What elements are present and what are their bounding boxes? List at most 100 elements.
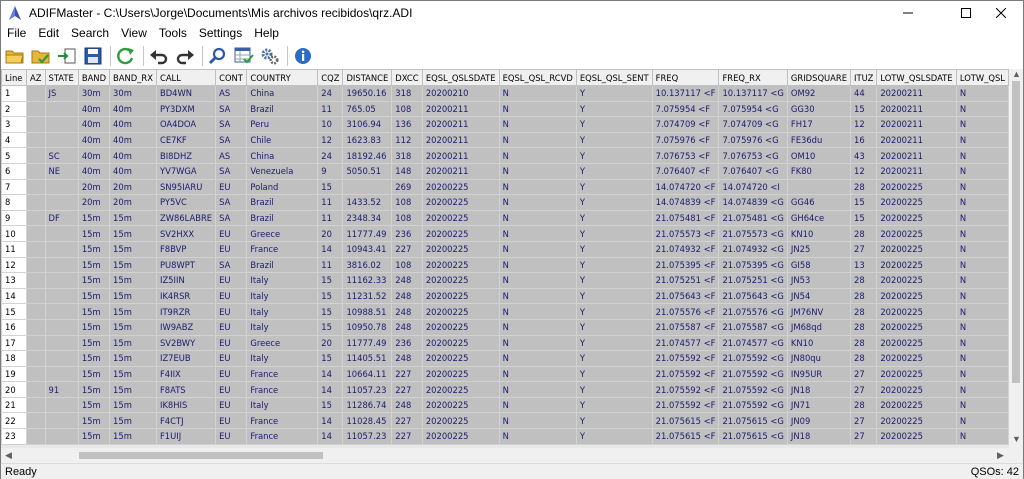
table-cell[interactable]: 15 bbox=[850, 209, 878, 227]
table-cell[interactable] bbox=[44, 100, 79, 118]
table-cell[interactable]: 15m bbox=[109, 318, 157, 336]
table-cell[interactable]: FE36du bbox=[786, 131, 852, 149]
table-cell[interactable]: 148 bbox=[391, 162, 423, 180]
table-cell[interactable]: SN95IARU bbox=[155, 178, 217, 196]
table-cell[interactable]: N bbox=[498, 225, 577, 242]
table-cell[interactable]: 20m bbox=[109, 194, 157, 211]
table-cell[interactable] bbox=[44, 318, 79, 336]
table-cell[interactable]: BD4WN bbox=[155, 85, 217, 102]
table-cell[interactable]: 10 bbox=[1, 225, 28, 242]
table-cell[interactable]: 248 bbox=[391, 396, 423, 414]
table-cell[interactable] bbox=[26, 178, 46, 196]
save-icon[interactable] bbox=[81, 44, 105, 68]
table-cell[interactable]: OM10 bbox=[786, 147, 852, 164]
table-cell[interactable]: 11 bbox=[317, 100, 344, 118]
table-cell[interactable]: GI58 bbox=[786, 256, 852, 274]
table-cell[interactable]: 21.075615 <G bbox=[718, 412, 788, 430]
table-cell[interactable]: Brazil bbox=[246, 256, 319, 274]
import-icon[interactable] bbox=[55, 44, 79, 68]
menu-search[interactable]: Search bbox=[65, 25, 115, 42]
table-cell[interactable]: SA bbox=[215, 116, 248, 133]
table-cell[interactable]: EU bbox=[215, 428, 248, 445]
table-cell[interactable]: 16 bbox=[850, 131, 878, 149]
table-cell[interactable]: N bbox=[498, 209, 577, 227]
table-cell[interactable]: JN09 bbox=[786, 412, 852, 430]
table-cell[interactable]: 136 bbox=[391, 116, 423, 133]
table-cell[interactable]: 21.075573 <G bbox=[718, 225, 788, 242]
table-cell[interactable]: 15m bbox=[109, 428, 157, 445]
table-cell[interactable]: 15 bbox=[317, 396, 344, 414]
table-cell[interactable]: 20 bbox=[317, 334, 344, 352]
table-row[interactable]: 5 SC 40m 40m BI8DHZ AS China 24 18192.46 318 20200… bbox=[1, 147, 1009, 164]
table-cell[interactable]: N bbox=[955, 194, 1009, 211]
col-header[interactable]: FREQ bbox=[651, 69, 720, 86]
table-cell[interactable]: Y bbox=[575, 131, 653, 149]
table-cell[interactable]: Y bbox=[575, 381, 653, 398]
table-cell[interactable]: 112 bbox=[391, 131, 423, 149]
table-cell[interactable]: 18192.46 bbox=[342, 147, 393, 164]
vertical-scroll-thumb[interactable] bbox=[1012, 81, 1020, 383]
scroll-up-icon[interactable]: ▲ bbox=[1012, 67, 1021, 82]
table-cell[interactable] bbox=[26, 287, 46, 305]
table-cell[interactable]: N bbox=[498, 350, 577, 367]
table-cell[interactable]: N bbox=[955, 381, 1009, 398]
table-cell[interactable]: 11057.23 bbox=[342, 381, 393, 398]
table-cell[interactable]: 7.075976 <F bbox=[651, 131, 720, 149]
table-cell[interactable] bbox=[44, 272, 79, 289]
table-cell[interactable] bbox=[44, 194, 79, 211]
col-header[interactable]: DISTANCE bbox=[342, 69, 393, 86]
table-cell[interactable]: 20200225 bbox=[421, 178, 500, 196]
table-cell[interactable]: Y bbox=[575, 209, 653, 227]
table-cell[interactable]: 20200225 bbox=[876, 178, 957, 196]
qso-grid[interactable]: Line AZ STATE BAND BAND_RX CALL CONT COU… bbox=[1, 69, 1009, 448]
table-cell[interactable]: 20200225 bbox=[876, 194, 957, 211]
table-cell[interactable]: 21.074577 <F bbox=[651, 334, 720, 352]
table-row[interactable]: 8 20m 20m PY5VC SA Brazil 11 1433.52 108 20200225… bbox=[1, 194, 1009, 211]
table-cell[interactable]: Y bbox=[575, 100, 653, 118]
table-cell[interactable]: N bbox=[498, 162, 577, 180]
horizontal-scrollbar[interactable]: ◀ ▶ bbox=[1, 448, 1023, 463]
table-cell[interactable]: 15m bbox=[109, 225, 157, 242]
col-header[interactable]: CALL bbox=[155, 69, 217, 86]
table-cell[interactable] bbox=[26, 256, 46, 274]
table-cell[interactable] bbox=[26, 162, 46, 180]
table-cell[interactable]: Y bbox=[575, 194, 653, 211]
table-cell[interactable]: N bbox=[498, 178, 577, 196]
table-cell[interactable]: 19 bbox=[1, 365, 28, 383]
table-row[interactable]: 3 40m 40m OA4DOA SA Peru 10 3106.94 136 20200211 N… bbox=[1, 116, 1009, 133]
table-cell[interactable]: 15m bbox=[109, 365, 157, 383]
table-cell[interactable]: EU bbox=[215, 350, 248, 367]
undo-icon[interactable] bbox=[147, 44, 171, 68]
table-cell[interactable]: 7.074709 <F bbox=[651, 116, 720, 133]
table-cell[interactable]: N bbox=[955, 225, 1009, 242]
table-cell[interactable]: F4IIX bbox=[155, 365, 217, 383]
table-cell[interactable]: N bbox=[498, 428, 577, 445]
table-cell[interactable]: Brazil bbox=[246, 100, 319, 118]
table-cell[interactable]: F8ATS bbox=[155, 381, 217, 398]
table-cell[interactable] bbox=[44, 396, 79, 414]
table-cell[interactable]: 10.137117 <F bbox=[651, 85, 720, 102]
table-cell[interactable]: 21.075592 <F bbox=[651, 396, 720, 414]
table-cell[interactable]: 15m bbox=[109, 396, 157, 414]
table-cell[interactable]: Greece bbox=[246, 225, 319, 242]
table-cell[interactable]: 21.075251 <F bbox=[651, 272, 720, 289]
table-cell[interactable]: 15m bbox=[77, 272, 111, 289]
table-cell[interactable]: Brazil bbox=[246, 194, 319, 211]
table-cell[interactable]: YV7WGA bbox=[155, 162, 217, 180]
table-cell[interactable]: Peru bbox=[246, 116, 319, 133]
table-cell[interactable]: SA bbox=[215, 209, 248, 227]
table-cell[interactable]: PY5VC bbox=[155, 194, 217, 211]
table-cell[interactable]: FK80 bbox=[786, 162, 852, 180]
table-cell[interactable]: NE bbox=[44, 162, 79, 180]
table-cell[interactable]: 22 bbox=[1, 412, 28, 430]
table-row[interactable]: 2 40m 40m PY3DXM SA Brazil 11 765.05 108 20200211… bbox=[1, 100, 1009, 118]
table-cell[interactable] bbox=[26, 365, 46, 383]
table-cell[interactable]: KN10 bbox=[786, 334, 852, 352]
table-cell[interactable]: 20200225 bbox=[421, 318, 500, 336]
table-cell[interactable] bbox=[26, 209, 46, 227]
table-cell[interactable] bbox=[26, 428, 46, 445]
table-cell[interactable]: 227 bbox=[391, 412, 423, 430]
table-cell[interactable]: IK8HIS bbox=[155, 396, 217, 414]
table-cell[interactable]: 21.075592 <G bbox=[718, 396, 788, 414]
table-cell[interactable]: 15 bbox=[850, 194, 878, 211]
